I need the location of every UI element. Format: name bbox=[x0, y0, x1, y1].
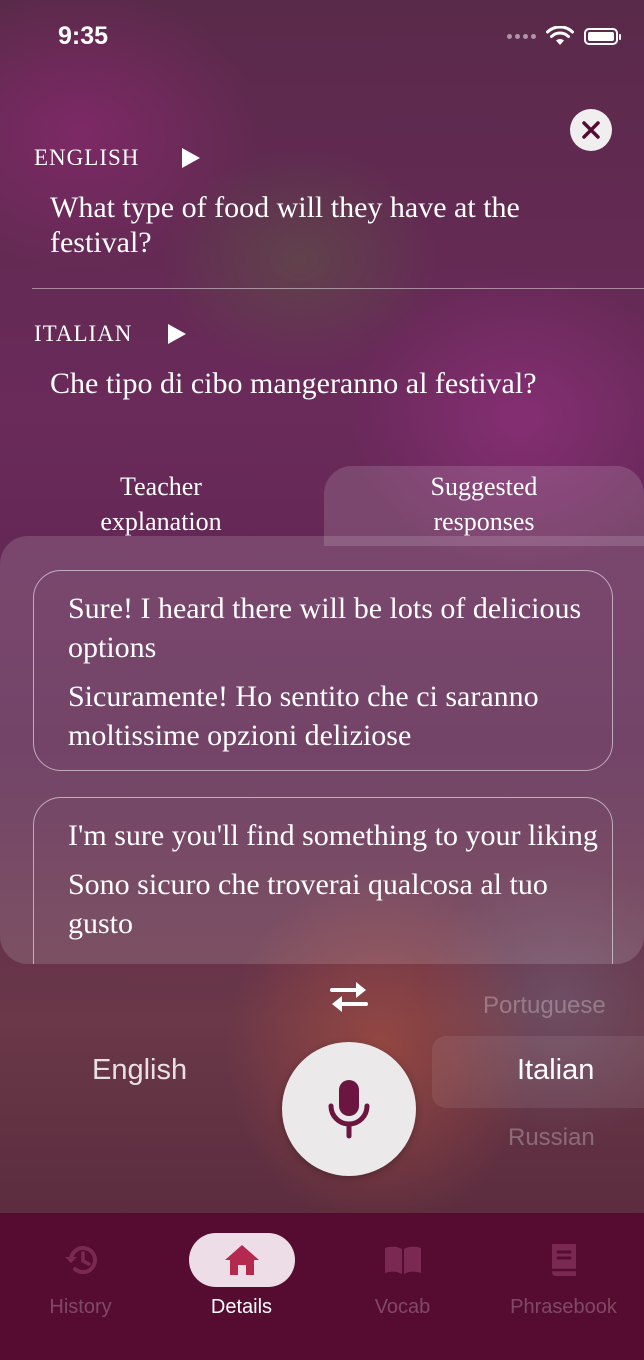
target-language-option[interactable]: Portuguese bbox=[483, 992, 606, 1020]
close-button[interactable] bbox=[570, 109, 612, 151]
close-icon bbox=[582, 121, 600, 139]
cellular-signal-icon bbox=[507, 33, 536, 39]
nav-icon-container bbox=[350, 1233, 456, 1287]
battery-icon bbox=[584, 27, 621, 45]
source-language-selector[interactable]: English bbox=[92, 1054, 187, 1087]
phrasebook-icon bbox=[551, 1244, 576, 1276]
history-icon bbox=[64, 1246, 97, 1275]
microphone-icon bbox=[328, 1080, 370, 1139]
divider bbox=[32, 288, 644, 289]
nav-label: Phrasebook bbox=[510, 1296, 617, 1318]
response-english: I'm sure you'll find something to your l… bbox=[68, 819, 598, 852]
nav-icon-container bbox=[188, 1233, 295, 1287]
bottom-navigation: History Details Vocab Phrasebook bbox=[0, 1213, 644, 1360]
tab-label: Suggested responses bbox=[430, 472, 538, 536]
tab-teacher-explanation[interactable]: Teacher explanation bbox=[0, 466, 322, 538]
swap-languages-icon[interactable] bbox=[326, 978, 372, 1014]
response-card[interactable]: I'm sure you'll find something to your l… bbox=[33, 797, 613, 964]
nav-item-vocab[interactable]: Vocab bbox=[322, 1213, 483, 1360]
book-open-icon bbox=[384, 1246, 421, 1274]
nav-label: History bbox=[49, 1296, 112, 1318]
tab-suggested-responses[interactable]: Suggested responses bbox=[324, 466, 644, 546]
nav-item-phrasebook[interactable]: Phrasebook bbox=[483, 1213, 644, 1360]
target-phrase: Che tipo di cibo mangeranno al festival? bbox=[50, 367, 537, 400]
target-language-label: ITALIAN bbox=[34, 321, 133, 346]
wifi-icon bbox=[546, 26, 574, 45]
nav-label: Details bbox=[210, 1296, 273, 1318]
status-bar: 9:35 bbox=[0, 0, 644, 76]
target-language-option[interactable]: Russian bbox=[508, 1124, 595, 1152]
nav-item-history[interactable]: History bbox=[0, 1213, 161, 1360]
status-time: 9:35 bbox=[58, 22, 109, 50]
source-phrase: What type of food will they have at the … bbox=[50, 191, 520, 259]
home-icon bbox=[224, 1245, 259, 1275]
microphone-button[interactable] bbox=[282, 1042, 416, 1176]
response-italian: Sicuramente! Ho sentito che ci saranno m… bbox=[68, 680, 539, 752]
source-language-label: ENGLISH bbox=[34, 145, 140, 170]
response-card[interactable]: Sure! I heard there will be lots of deli… bbox=[33, 570, 613, 771]
play-target-audio-icon[interactable] bbox=[167, 323, 187, 345]
response-english: Sure! I heard there will be lots of deli… bbox=[68, 592, 582, 664]
app-screen: 9:35 ENGLISH What type of food will they… bbox=[0, 0, 644, 1360]
nav-label: Vocab bbox=[374, 1296, 431, 1318]
nav-icon-container bbox=[28, 1233, 134, 1287]
suggested-responses-panel[interactable]: Sure! I heard there will be lots of deli… bbox=[0, 536, 644, 964]
nav-icon-container bbox=[511, 1233, 617, 1287]
target-language-selector[interactable]: Italian bbox=[517, 1054, 594, 1087]
nav-item-details[interactable]: Details bbox=[161, 1213, 322, 1360]
tab-label: Teacher explanation bbox=[100, 472, 222, 536]
response-italian: Sono sicuro che troverai qualcosa al tuo… bbox=[68, 868, 548, 940]
status-icons bbox=[507, 26, 621, 46]
play-source-audio-icon[interactable] bbox=[181, 147, 201, 169]
